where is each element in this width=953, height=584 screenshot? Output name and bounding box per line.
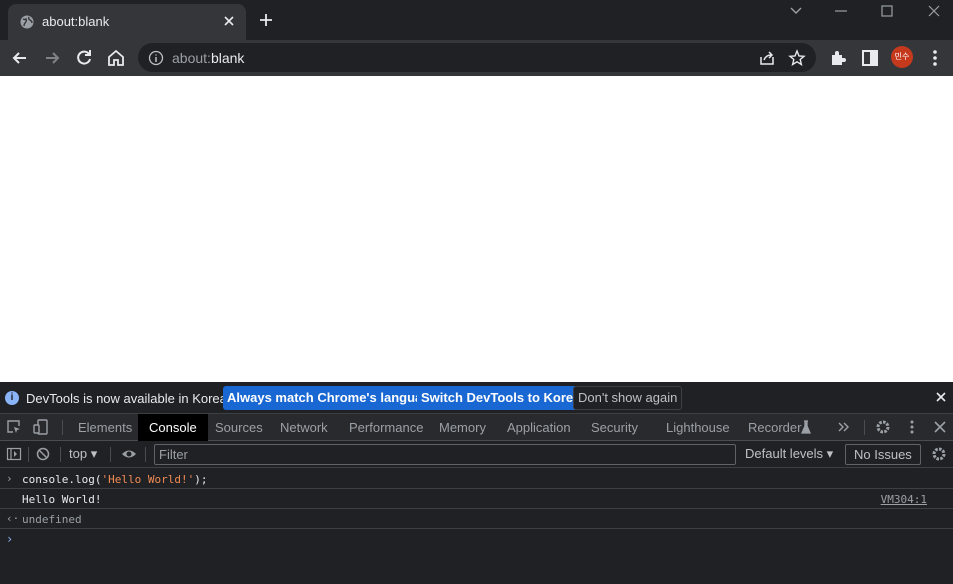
- bookmark-star-icon[interactable]: [788, 49, 806, 67]
- reload-icon[interactable]: [74, 48, 94, 68]
- switch-to-korean-button[interactable]: Switch DevTools to Korean: [417, 386, 593, 410]
- divider: [864, 420, 865, 435]
- url-text: about:blank: [172, 50, 245, 66]
- customize-menu-icon[interactable]: [904, 419, 920, 435]
- context-label: top: [69, 446, 88, 461]
- flask-icon: [801, 420, 811, 434]
- console-result-text: undefined: [22, 513, 82, 526]
- console-settings-gear-icon[interactable]: [931, 446, 947, 462]
- console-input-text: console.log('Hello World!');: [22, 473, 208, 486]
- tab-performance[interactable]: Performance: [338, 414, 434, 441]
- divider: [145, 447, 146, 462]
- divider: [62, 420, 63, 435]
- divider: [60, 447, 61, 462]
- home-icon[interactable]: [106, 48, 126, 68]
- tab-search-icon[interactable]: [787, 4, 805, 18]
- settings-gear-icon[interactable]: [875, 419, 891, 435]
- page-viewport: [0, 76, 953, 382]
- tab-elements[interactable]: Elements: [67, 414, 143, 441]
- result-arrow-icon: ‹·: [6, 512, 20, 525]
- close-window-icon[interactable]: [925, 4, 943, 18]
- console-toolbar: top ▾ Default levels ▾ No Issues: [0, 441, 953, 468]
- extensions-icon[interactable]: [828, 48, 848, 68]
- log-levels-dropdown[interactable]: Default levels ▾: [745, 446, 833, 462]
- context-selector[interactable]: top ▾: [69, 446, 97, 462]
- close-infobar-icon[interactable]: [935, 391, 947, 403]
- console-input-row: › console.log('Hello World!');: [0, 469, 953, 489]
- tab-console[interactable]: Console: [138, 414, 208, 441]
- tab-lighthouse[interactable]: Lighthouse: [655, 414, 741, 441]
- tab-memory[interactable]: Memory: [428, 414, 497, 441]
- close-devtools-icon[interactable]: [932, 419, 948, 435]
- log-levels-label: Default levels: [745, 446, 824, 461]
- infobar-message: DevTools is now available in Korean!: [26, 391, 238, 406]
- issues-button[interactable]: No Issues: [845, 444, 921, 465]
- devtools-panel: i DevTools is now available in Korean! A…: [0, 382, 953, 584]
- tab-sources[interactable]: Sources: [204, 414, 274, 441]
- console-output: › console.log('Hello World!'); Hello Wor…: [0, 469, 953, 584]
- address-bar[interactable]: about:blank: [138, 43, 816, 72]
- divider: [28, 447, 29, 462]
- share-icon[interactable]: [758, 49, 776, 67]
- tab-application[interactable]: Application: [496, 414, 582, 441]
- close-tab-icon[interactable]: [222, 14, 236, 28]
- tab-strip: about:blank: [0, 0, 953, 40]
- browser-toolbar: about:blank: [0, 40, 953, 76]
- always-match-language-button[interactable]: Always match Chrome's language: [223, 386, 442, 410]
- source-link[interactable]: VM304:1: [881, 493, 927, 506]
- inspect-element-icon[interactable]: [6, 419, 22, 435]
- side-panel-icon[interactable]: [860, 48, 880, 68]
- site-info-icon[interactable]: [148, 50, 164, 66]
- show-sidebar-icon[interactable]: [6, 446, 22, 462]
- profile-avatar[interactable]: 민수: [891, 46, 913, 68]
- console-result-row: ‹· undefined: [0, 509, 953, 529]
- tab-network[interactable]: Network: [269, 414, 339, 441]
- console-prompt[interactable]: ›: [6, 532, 13, 546]
- live-expression-eye-icon[interactable]: [121, 446, 137, 462]
- back-icon[interactable]: [10, 48, 30, 68]
- console-filter-input[interactable]: [154, 444, 736, 465]
- minimize-icon[interactable]: [832, 4, 850, 18]
- device-toolbar-icon[interactable]: [33, 419, 49, 435]
- more-tabs-icon[interactable]: [836, 419, 852, 435]
- console-log-row: Hello World! VM304:1: [0, 489, 953, 509]
- console-log-text: Hello World!: [22, 493, 102, 506]
- language-infobar: i DevTools is now available in Korean! A…: [0, 382, 953, 414]
- clear-console-icon[interactable]: [35, 446, 51, 462]
- dont-show-again-button[interactable]: Don't show again: [573, 386, 683, 410]
- globe-icon: [20, 15, 34, 29]
- chrome-menu-icon[interactable]: [925, 48, 945, 68]
- input-chevron-icon: ›: [6, 472, 13, 485]
- divider: [110, 447, 111, 462]
- browser-tab[interactable]: about:blank: [8, 4, 246, 40]
- new-tab-icon[interactable]: [258, 12, 274, 28]
- tab-title: about:blank: [42, 14, 110, 29]
- maximize-icon[interactable]: [878, 4, 896, 18]
- devtools-tab-bar: Elements Console Sources Network Perform…: [0, 414, 953, 441]
- info-icon: i: [5, 391, 19, 405]
- tab-security[interactable]: Security: [580, 414, 649, 441]
- forward-icon[interactable]: [42, 48, 62, 68]
